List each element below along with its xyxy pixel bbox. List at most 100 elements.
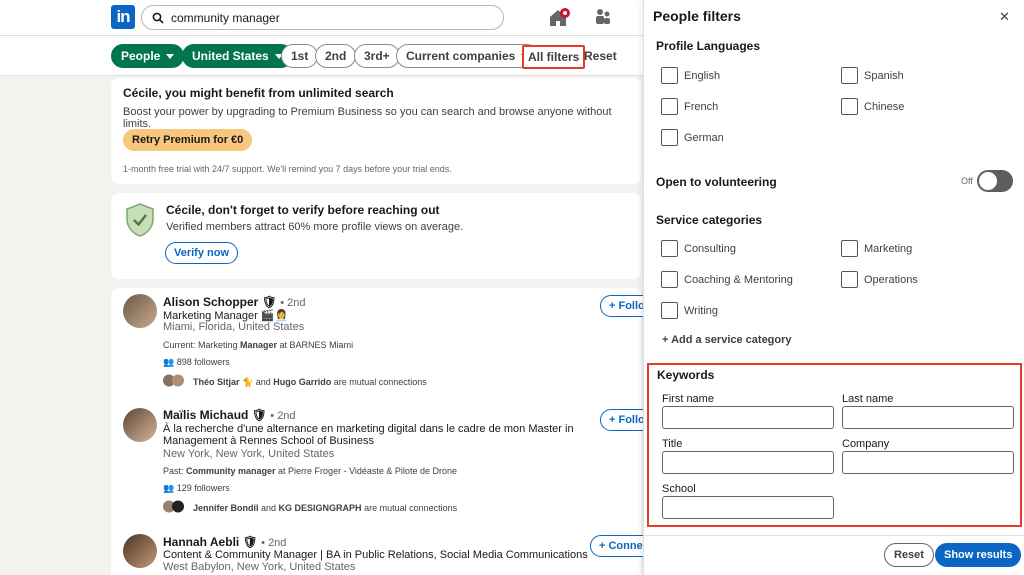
- checkbox-french[interactable]: [661, 98, 678, 115]
- followers-count: 898 followers: [176, 357, 230, 367]
- service-label: Consulting: [684, 243, 736, 255]
- last-name-label: Last name: [842, 393, 894, 405]
- home-icon[interactable]: [548, 8, 572, 28]
- checkbox-coaching-mentoring[interactable]: [661, 271, 678, 288]
- checkbox-operations[interactable]: [841, 271, 858, 288]
- followers-count: 129 followers: [176, 483, 230, 493]
- followers-icon: 👥: [163, 357, 177, 367]
- result-current: Current: Marketing Manager at BARNES Mia…: [163, 340, 353, 350]
- mutual-avatars: [163, 374, 191, 387]
- result-name-row: Hannah Aebli 🛡 • 2nd: [163, 535, 286, 549]
- verify-title: Cécile, don't forget to verify before re…: [166, 203, 440, 217]
- mutual-connections: Théo Sitjar 🐈 and Hugo Garrido are mutua…: [193, 377, 427, 388]
- title-label: Title: [662, 438, 683, 450]
- checkbox-marketing[interactable]: [841, 240, 858, 257]
- languages-heading: Profile Languages: [656, 39, 761, 53]
- second-degree-filter[interactable]: 2nd: [315, 44, 357, 68]
- verified-icon: 🛡: [251, 408, 267, 422]
- mutual-a[interactable]: Théo Sitjar: [193, 377, 240, 387]
- keywords-section: Keywords First name Last name Title Comp…: [647, 363, 1022, 527]
- premium-note: 1-month free trial with 24/7 support. We…: [123, 164, 452, 174]
- keywords-heading: Keywords: [657, 368, 715, 382]
- checkbox-english[interactable]: [661, 67, 678, 84]
- checkbox-chinese[interactable]: [841, 98, 858, 115]
- all-filters-button[interactable]: All filters: [522, 45, 586, 69]
- verified-icon: 🛡: [261, 295, 277, 309]
- connection-degree: • 2nd: [261, 537, 287, 549]
- volunteering-toggle[interactable]: [977, 170, 1013, 192]
- people-filter-dropdown[interactable]: People: [111, 44, 185, 68]
- mutual-connections: Jennifer Bondil and KG DESIGNGRAPH are m…: [193, 503, 457, 513]
- past-prefix: Past:: [163, 466, 187, 476]
- verified-icon: 🛡: [242, 535, 258, 549]
- search-bar[interactable]: community manager: [141, 5, 504, 30]
- checkbox-consulting[interactable]: [661, 240, 678, 257]
- show-results-button[interactable]: Show results: [935, 543, 1022, 567]
- result-name[interactable]: Alison Schopper: [163, 295, 258, 309]
- mutual-tail: are mutual connections: [361, 503, 458, 513]
- verify-body: Verified members attract 60% more profil…: [166, 221, 464, 233]
- company-label: Company: [842, 438, 890, 450]
- checkbox-writing[interactable]: [661, 302, 678, 319]
- panel-footer: Reset Show results: [644, 535, 1024, 575]
- service-label: Marketing: [864, 243, 913, 255]
- add-service-category-button[interactable]: + Add a service category: [662, 334, 792, 346]
- people-filters-panel: People filters ✕ Profile Languages Engli…: [643, 0, 1024, 575]
- checkbox-german[interactable]: [661, 129, 678, 146]
- linkedin-logo-icon[interactable]: in: [111, 5, 135, 29]
- language-label: Chinese: [864, 101, 905, 113]
- title-input[interactable]: [662, 451, 834, 474]
- search-results-list: Alison Schopper 🛡 • 2nd Marketing Manage…: [111, 288, 660, 575]
- connection-degree: • 2nd: [280, 297, 306, 309]
- reset-button[interactable]: Reset: [884, 543, 934, 567]
- mutual-mid: and: [258, 503, 279, 513]
- mutual-avatars: [163, 500, 191, 513]
- verify-card: Cécile, don't forget to verify before re…: [111, 193, 641, 279]
- checkbox-spanish[interactable]: [841, 67, 858, 84]
- shield-check-icon: [126, 203, 154, 237]
- third-degree-filter[interactable]: 3rd+: [354, 44, 400, 68]
- verify-now-button[interactable]: Verify now: [165, 242, 239, 264]
- search-icon: [152, 12, 164, 24]
- first-degree-filter[interactable]: 1st: [281, 44, 319, 68]
- connection-degree: • 2nd: [270, 410, 296, 422]
- retry-premium-button[interactable]: Retry Premium for €0: [123, 129, 253, 151]
- service-label: Writing: [684, 305, 719, 317]
- result-name[interactable]: Hannah Aebli: [163, 535, 239, 549]
- first-name-input[interactable]: [662, 406, 834, 429]
- avatar[interactable]: [123, 408, 157, 442]
- current-suffix: at BARNES Miami: [277, 340, 354, 350]
- current-companies-label: Current companies: [406, 49, 516, 63]
- close-icon[interactable]: ✕: [999, 9, 1010, 25]
- last-name-input[interactable]: [842, 406, 1014, 429]
- school-input[interactable]: [662, 496, 834, 519]
- search-input[interactable]: community manager: [171, 11, 280, 25]
- followers-icon: 👥: [163, 483, 177, 493]
- company-input[interactable]: [842, 451, 1014, 474]
- mutual-a[interactable]: Jennifer Bondil: [193, 503, 259, 513]
- avatar[interactable]: [123, 534, 157, 568]
- network-icon[interactable]: [595, 8, 611, 26]
- past-bold: Community manager: [186, 466, 276, 476]
- mutual-b[interactable]: KG DESIGNGRAPH: [279, 503, 362, 513]
- mutual-mid: 🐈 and: [239, 377, 274, 387]
- reset-filters-button[interactable]: Reset: [584, 49, 617, 63]
- language-label: German: [684, 132, 724, 144]
- result-location: New York, New York, United States: [163, 448, 335, 460]
- school-label: School: [662, 483, 696, 495]
- service-label: Operations: [864, 274, 918, 286]
- result-location: West Babylon, New York, United States: [163, 561, 356, 573]
- result-past: Past: Community manager at Pierre Froger…: [163, 466, 457, 476]
- premium-title: Cécile, you might benefit from unlimited…: [123, 86, 394, 100]
- location-filter-dropdown[interactable]: United States: [182, 44, 293, 68]
- current-companies-dropdown[interactable]: Current companies: [396, 44, 540, 68]
- result-headline-2: Management à Rennes School of Business: [163, 435, 374, 447]
- result-name[interactable]: Maïlis Michaud: [163, 408, 248, 422]
- current-prefix: Current: Marketing: [163, 340, 241, 350]
- result-location: Miami, Florida, United States: [163, 321, 305, 333]
- result-name-row: Alison Schopper 🛡 • 2nd: [163, 295, 306, 309]
- result-headline: À la recherche d'une alternance en marke…: [163, 423, 574, 435]
- avatar[interactable]: [123, 294, 157, 328]
- premium-body: Boost your power by upgrading to Premium…: [123, 106, 612, 130]
- mutual-b[interactable]: Hugo Garrido: [273, 377, 331, 387]
